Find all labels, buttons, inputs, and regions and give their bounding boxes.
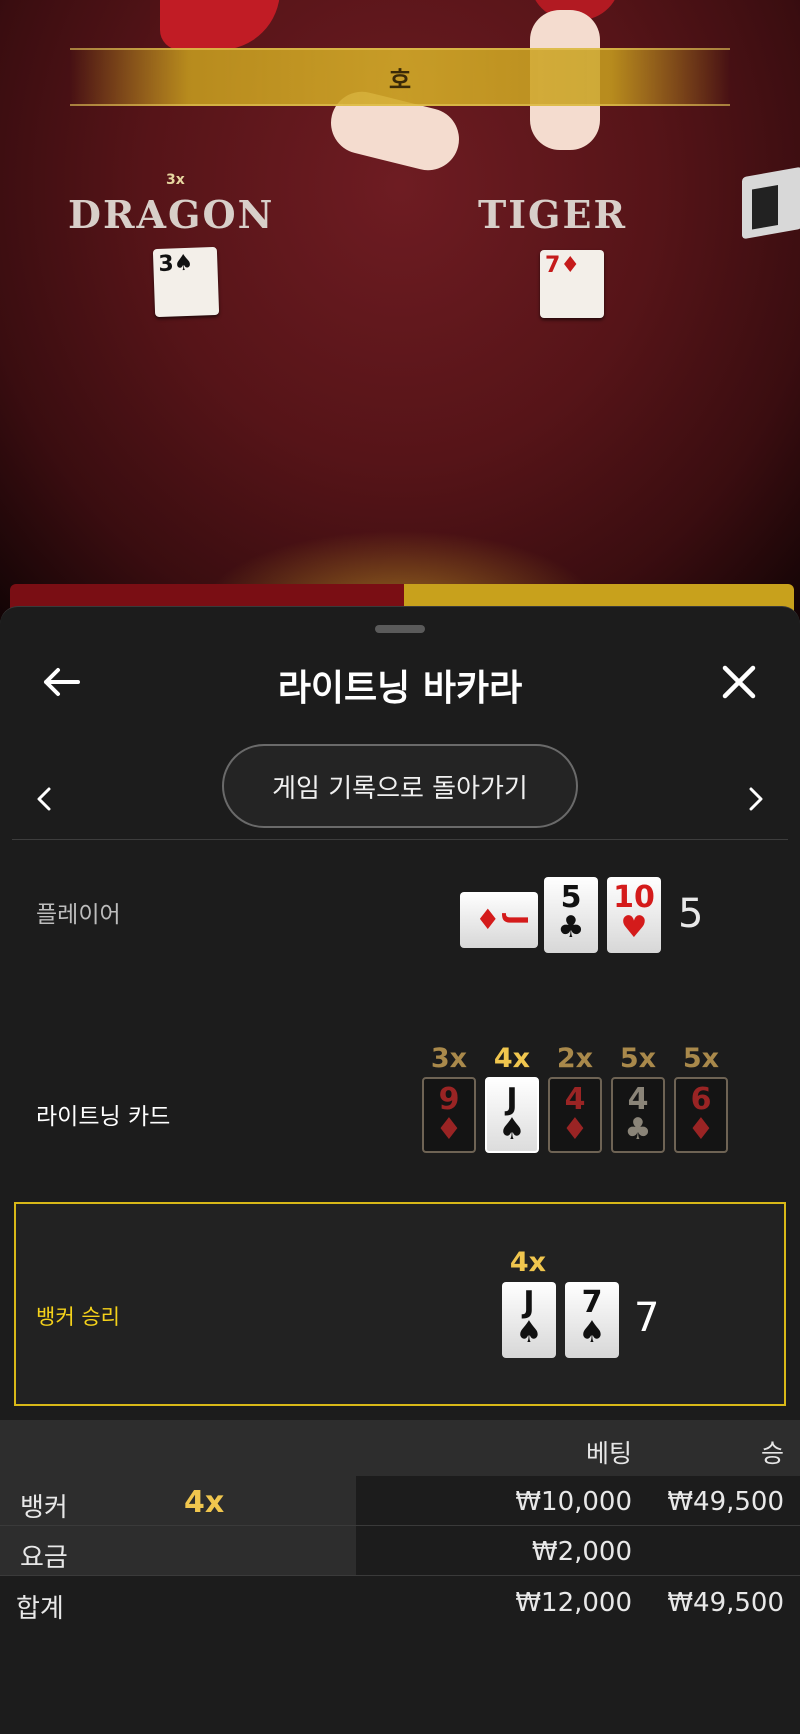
- card-rank: 4: [564, 1082, 586, 1117]
- card-rank: 3: [157, 251, 175, 277]
- lightning-multiplier: 5x: [619, 1043, 657, 1074]
- card-suit: ♠: [498, 1112, 526, 1147]
- close-button[interactable]: [714, 657, 764, 707]
- table-total-row: 합계 ₩12,000 ₩49,500: [0, 1576, 800, 1628]
- lightning-card: 9 ♦: [422, 1077, 476, 1153]
- chevron-left-icon: [37, 787, 51, 811]
- card-rank: J: [523, 1285, 535, 1320]
- lightning-multiplier: 2x: [556, 1043, 594, 1074]
- lightning-card: 4 ♦: [548, 1077, 602, 1153]
- dragon-table-card: 3♠: [152, 246, 220, 318]
- back-to-history-button[interactable]: 게임 기록으로 돌아가기: [222, 744, 578, 828]
- bet-multiplier: 4x: [184, 1485, 225, 1520]
- bet-amount: ₩2,000: [531, 1537, 632, 1567]
- player-card: ♦ J: [460, 892, 538, 948]
- card-suit: ♦: [687, 1112, 715, 1147]
- result-banner-text: 호: [388, 65, 412, 94]
- bet-summary-table: 베팅 승 뱅커 4x ₩10,000 ₩49,500 요금 ₩2,000 합계 …: [0, 1420, 800, 1628]
- dragon-label: DRAGON: [68, 192, 275, 237]
- lightning-card: 6 ♦: [674, 1077, 728, 1153]
- card-suit: ♦: [560, 253, 581, 278]
- arrow-left-icon: [44, 668, 80, 696]
- tiger-label: TIGER: [478, 192, 628, 237]
- table-row: 뱅커 4x ₩10,000 ₩49,500: [0, 1476, 800, 1526]
- chevron-right-icon: [749, 787, 763, 811]
- player-card: 10 ♥: [607, 877, 661, 953]
- game-history-sheet: 라이트닝 바카라 게임 기록으로 돌아가기 플레이어 ♦ J 5 ♣ 10 ♥ …: [0, 606, 800, 1734]
- card-suit: ♦: [475, 903, 501, 936]
- next-round-button[interactable]: [736, 767, 776, 831]
- lightning-multiplier: 5x: [682, 1043, 720, 1074]
- banker-win-highlight: [14, 1202, 786, 1406]
- bet-name: 뱅커: [20, 1493, 68, 1523]
- card-suit: ♥: [620, 910, 648, 945]
- card-suit: ♠: [173, 250, 194, 277]
- result-banner: 호: [70, 48, 730, 106]
- player-label: 플레이어: [36, 902, 121, 928]
- page-title: 라이트닝 바카라: [277, 668, 523, 709]
- live-video: 호 3x DRAGON TIGER 3♠ 7♦: [0, 0, 800, 620]
- previous-round-button[interactable]: [24, 767, 64, 831]
- banker-multiplier: 4x: [509, 1247, 547, 1278]
- lightning-card: 4 ♣: [611, 1077, 665, 1153]
- banker-score: 7: [634, 1295, 660, 1341]
- card-rank: 5: [560, 880, 582, 915]
- dragon-multiplier: 3x: [166, 172, 185, 188]
- divider: [12, 839, 788, 840]
- tiger-table-card: 7♦: [540, 250, 604, 318]
- back-button[interactable]: [36, 657, 86, 707]
- bet-amount: ₩10,000: [515, 1487, 632, 1517]
- table-header: 베팅 승: [0, 1420, 800, 1476]
- card-rank: 7: [581, 1285, 603, 1320]
- sheet-drag-handle[interactable]: [375, 625, 425, 633]
- column-header-bet: 베팅: [585, 1439, 632, 1468]
- column-header-win: 승: [760, 1439, 784, 1468]
- lightning-multiplier: 4x: [493, 1043, 531, 1074]
- card-shoe: [742, 166, 800, 240]
- card-rank: 6: [690, 1082, 712, 1117]
- banker-card: 7 ♠: [565, 1282, 619, 1358]
- card-suit: ♦: [435, 1112, 463, 1147]
- lightning-cards-label: 라이트닝 카드: [36, 1104, 171, 1130]
- card-suit: ♦: [561, 1112, 589, 1147]
- player-card: 5 ♣: [544, 877, 598, 953]
- card-suit: ♠: [578, 1315, 606, 1350]
- player-score: 5: [678, 891, 704, 937]
- card-suit: ♠: [515, 1315, 543, 1350]
- card-suit: ♣: [557, 910, 585, 945]
- total-win: ₩49,500: [667, 1588, 784, 1618]
- card-rank: J: [506, 1082, 518, 1117]
- bet-name: 요금: [20, 1543, 68, 1573]
- close-icon: [722, 665, 756, 699]
- dealer-arm: [160, 0, 280, 50]
- win-amount: ₩49,500: [667, 1487, 784, 1517]
- banker-win-label: 뱅커 승리: [36, 1305, 120, 1329]
- card-suit: ♣: [624, 1112, 652, 1147]
- card-rank: 7: [545, 253, 561, 278]
- banker-card: J ♠: [502, 1282, 556, 1358]
- card-rank: 10: [613, 880, 655, 915]
- card-rank: 4: [627, 1082, 649, 1117]
- total-bet: ₩12,000: [515, 1588, 632, 1618]
- lightning-card-matched: J ♠: [485, 1077, 539, 1153]
- total-label: 합계: [16, 1594, 64, 1624]
- card-rank: 9: [438, 1082, 460, 1117]
- card-rank: J: [501, 914, 535, 926]
- lightning-multiplier: 3x: [430, 1043, 468, 1074]
- table-row: 요금 ₩2,000: [0, 1526, 800, 1576]
